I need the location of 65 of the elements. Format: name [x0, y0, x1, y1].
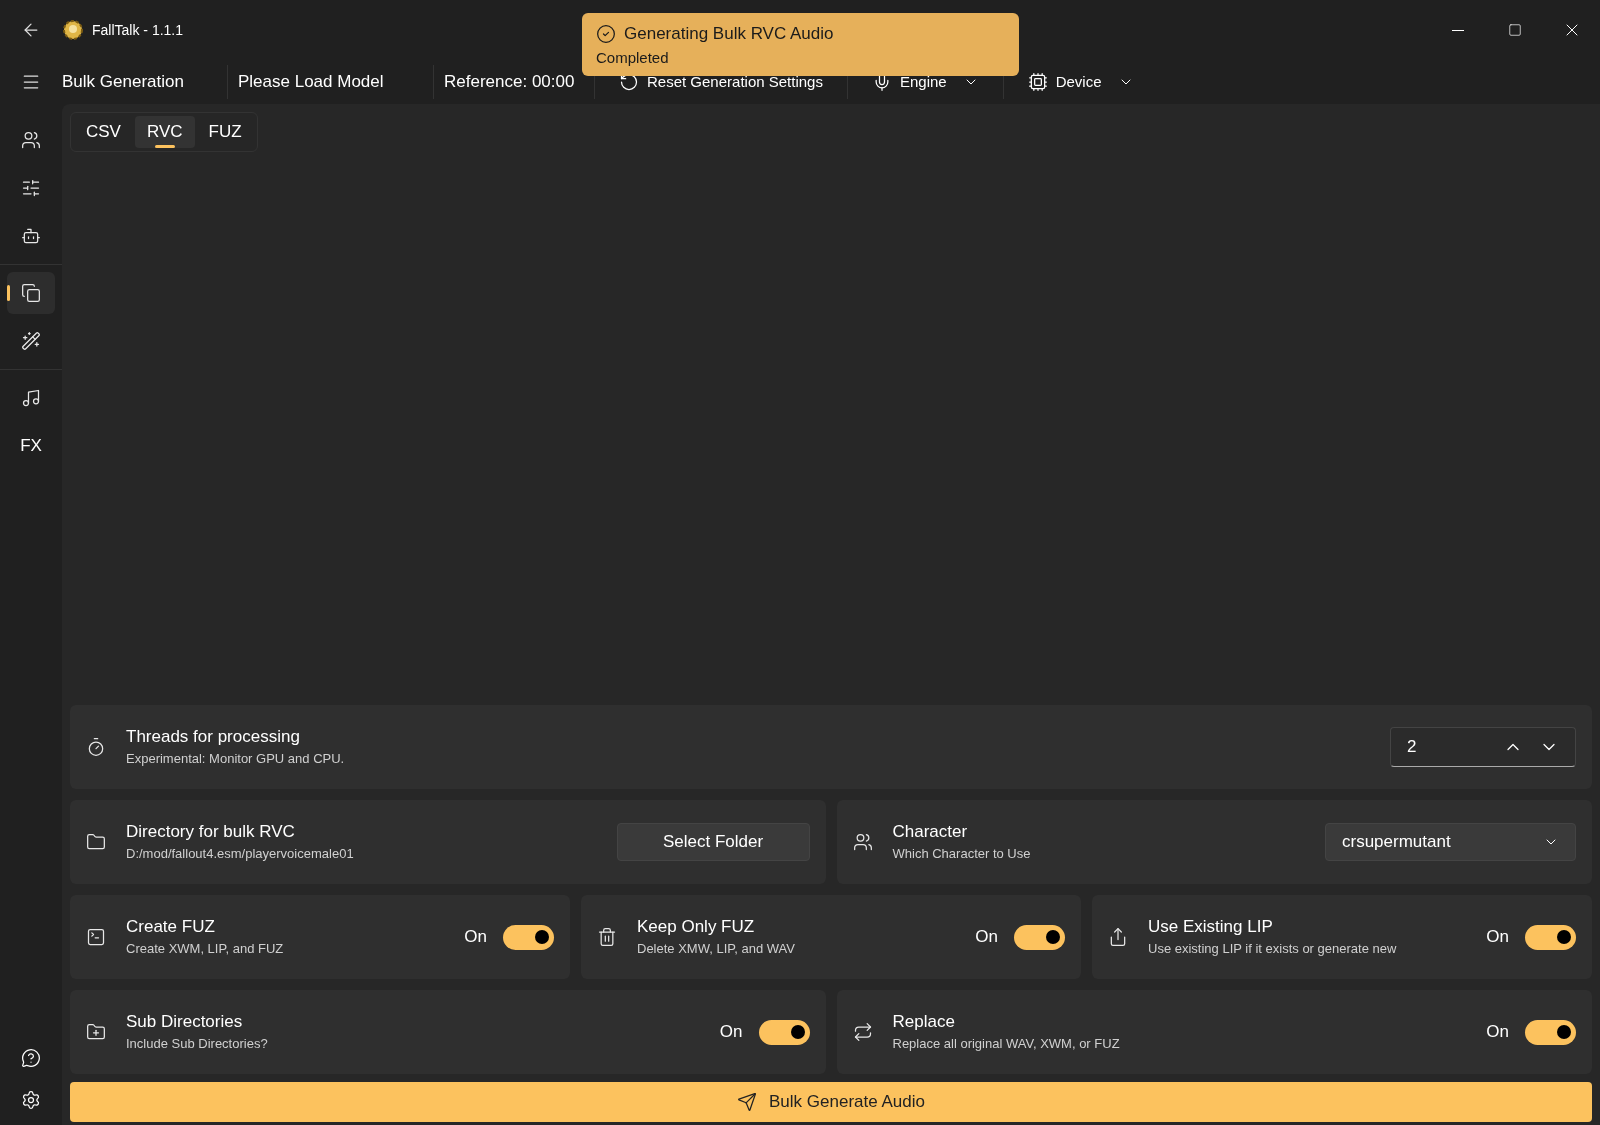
- share-icon: [1108, 927, 1128, 947]
- toast-message: Completed: [596, 47, 670, 68]
- toggle-switch[interactable]: [758, 1019, 810, 1045]
- setting-description: Use existing LIP if it exists or generate new: [1148, 940, 1398, 958]
- model-status: Please Load Model: [237, 71, 385, 94]
- window-title: FallTalk - 1.1.1: [92, 20, 184, 40]
- tab[interactable]: CSV: [74, 116, 133, 148]
- app-logo-icon: [62, 19, 84, 41]
- toggle-switch[interactable]: [1014, 924, 1065, 950]
- users-icon: [852, 832, 873, 852]
- reference-time: Reference: 00:00: [443, 71, 576, 94]
- wand-icon: [21, 331, 41, 351]
- reset-settings-button[interactable]: Reset Generation Settings: [595, 70, 847, 94]
- setting-title: Use Existing LIP: [1148, 916, 1274, 938]
- send-icon: [737, 1092, 757, 1112]
- tab[interactable]: FUZ: [196, 116, 254, 148]
- toggle-switch[interactable]: [503, 924, 554, 950]
- setting-title: Character: [892, 821, 969, 843]
- folder-plus-icon: [86, 1022, 106, 1042]
- toggle-switch[interactable]: [1525, 924, 1576, 950]
- copy-icon: [21, 283, 41, 303]
- setting-title: Directory for bulk RVC: [126, 821, 296, 843]
- timer-icon: [86, 737, 106, 757]
- toggle-state-label: On: [1486, 926, 1509, 949]
- tab[interactable]: RVC: [134, 116, 195, 148]
- setting-title: Sub Directories: [126, 1011, 244, 1033]
- settings-icon: [21, 1090, 41, 1110]
- setting-description: Which Character to Use: [892, 845, 1032, 863]
- toggle-state-label: On: [464, 926, 487, 949]
- toggle-switch[interactable]: [1525, 1019, 1576, 1045]
- repeat-icon: [852, 1022, 873, 1042]
- setting-description: Include Sub Directories?: [126, 1035, 269, 1053]
- minimize-icon: [1451, 29, 1464, 31]
- music-icon: [21, 388, 41, 408]
- toast-title: Generating Bulk RVC Audio: [624, 23, 834, 45]
- device-dropdown[interactable]: Device: [1003, 70, 1158, 94]
- select-folder-button[interactable]: Select Folder: [616, 823, 810, 861]
- setting-description: Replace all original WAV, XWM, or FUZ: [892, 1035, 1121, 1053]
- setting-description: D:/mod/fallout4.esm/playervoicemale01: [126, 845, 355, 863]
- maximize-icon: [1507, 23, 1522, 37]
- character-dropdown[interactable]: crsupermutant: [1325, 823, 1576, 861]
- setting-description: Create XWM, LIP, and FUZ: [126, 940, 285, 958]
- robot-icon: [21, 226, 41, 246]
- users-icon: [21, 130, 41, 150]
- toggle-state-label: On: [1486, 1021, 1509, 1044]
- terminal-icon: [86, 927, 106, 947]
- check-circle-icon: [596, 23, 616, 44]
- sliders-icon: [21, 178, 41, 198]
- number-spinner[interactable]: 2: [1390, 727, 1576, 767]
- page-title: Bulk Generation: [62, 71, 185, 94]
- setting-title: Keep Only FUZ: [637, 916, 756, 938]
- help-icon: [21, 1048, 41, 1068]
- toggle-state-label: On: [719, 1021, 743, 1044]
- sidebar-item[interactable]: [7, 272, 55, 314]
- setting-description: Experimental: Monitor GPU and CPU.: [126, 750, 346, 768]
- setting-title: Threads for processing: [126, 726, 301, 748]
- setting-title: Replace: [892, 1011, 956, 1033]
- setting-description: Delete XMW, LIP, and WAV: [637, 940, 796, 958]
- folder-icon: [86, 832, 106, 852]
- setting-title: Create FUZ: [126, 916, 216, 938]
- chip-icon: [1027, 72, 1048, 92]
- generate-button[interactable]: Bulk Generate Audio: [70, 1082, 1592, 1122]
- sidebar-item[interactable]: FX: [7, 425, 55, 467]
- toggle-state-label: On: [975, 926, 998, 949]
- trash-icon: [597, 927, 617, 947]
